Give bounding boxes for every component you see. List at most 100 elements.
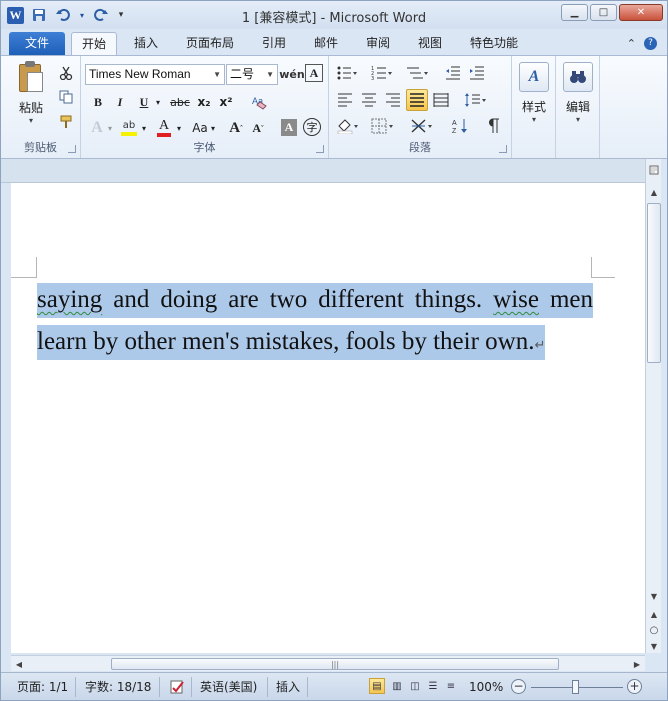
tab-page-layout[interactable]: 页面布局 <box>176 32 244 55</box>
numbering-icon[interactable]: 123 <box>369 64 395 82</box>
scroll-right-icon[interactable]: ▶ <box>630 657 644 671</box>
distributed-icon[interactable] <box>431 90 451 110</box>
copy-icon[interactable] <box>57 88 75 106</box>
scroll-left-icon[interactable]: ◀ <box>12 657 26 671</box>
underline-dropdown-icon[interactable]: ▾ <box>153 92 163 112</box>
format-painter-icon[interactable] <box>57 113 75 131</box>
font-family-combo[interactable]: Times New Roman ▼ <box>85 64 225 85</box>
show-formatting-marks-icon[interactable] <box>485 116 503 136</box>
character-shading-icon[interactable]: A <box>281 119 297 136</box>
borders-icon[interactable] <box>369 116 397 136</box>
tab-review[interactable]: 审阅 <box>356 32 400 55</box>
align-left-icon[interactable] <box>335 90 355 110</box>
multilevel-list-icon[interactable] <box>403 64 431 82</box>
strikethrough-button[interactable]: abc <box>169 92 191 112</box>
language-indicator[interactable]: 英语(美国) <box>200 679 257 695</box>
zoom-in-icon[interactable]: + <box>627 679 642 694</box>
document-paragraph[interactable]: saying and doing are two different thing… <box>37 279 594 366</box>
horizontal-scrollbar[interactable]: ◀ ||| ▶ <box>11 655 645 671</box>
editing-button[interactable]: 编辑 ▾ <box>560 62 596 124</box>
phonetic-guide-icon[interactable]: wén <box>279 64 304 84</box>
shrink-font-button[interactable]: Aˇ <box>249 118 267 138</box>
vertical-scrollbar[interactable]: ▲ ▼ ▲ ○ ▼ <box>645 159 661 653</box>
clipboard-launcher-icon[interactable] <box>68 145 76 153</box>
styles-button[interactable]: A 样式 ▾ <box>516 62 552 124</box>
maximize-button[interactable]: □ <box>590 4 617 21</box>
minimize-ribbon-icon[interactable]: ⌃ <box>627 37 636 50</box>
minimize-button[interactable]: ▁ <box>561 4 588 21</box>
enclose-characters-icon[interactable]: 字 <box>303 118 321 136</box>
web-layout-view-icon[interactable]: ◫ <box>407 678 423 694</box>
text-effects-dropdown-icon[interactable]: ▾ <box>105 118 115 138</box>
cut-icon[interactable] <box>57 64 75 82</box>
tab-insert[interactable]: 插入 <box>124 32 168 55</box>
grow-font-button[interactable]: Aˆ <box>227 118 245 138</box>
full-screen-reading-view-icon[interactable]: ▥ <box>389 678 405 694</box>
sort-icon[interactable]: AZ <box>451 116 471 136</box>
tab-home[interactable]: 开始 <box>71 32 118 55</box>
highlight-icon[interactable]: ab <box>119 118 139 138</box>
change-case-dropdown-icon[interactable]: ▾ <box>209 118 217 138</box>
font-family-dropdown-icon[interactable]: ▼ <box>213 65 221 84</box>
tab-references[interactable]: 引用 <box>252 32 296 55</box>
horizontal-scroll-thumb[interactable]: ||| <box>111 658 559 670</box>
proofing-icon[interactable] <box>169 679 185 695</box>
select-browse-object-icon[interactable]: ○ <box>647 623 661 637</box>
scroll-down-icon[interactable]: ▼ <box>647 589 661 603</box>
font-color-dropdown-icon[interactable]: ▾ <box>174 118 184 138</box>
next-page-icon[interactable]: ▼ <box>647 639 661 653</box>
spell-flag-word-2[interactable]: wise <box>493 286 539 313</box>
tab-mailings[interactable]: 邮件 <box>304 32 348 55</box>
vertical-scroll-thumb[interactable] <box>647 203 661 363</box>
shading-icon[interactable] <box>335 116 359 136</box>
ribbon-tabs: 文件 开始 插入 页面布局 引用 邮件 审阅 视图 特色功能 ⌃ ? <box>1 29 667 55</box>
insert-mode-indicator[interactable]: 插入 <box>276 679 300 695</box>
word-count[interactable]: 字数: 18/18 <box>85 679 151 695</box>
line-spacing-icon[interactable] <box>463 90 487 110</box>
highlight-dropdown-icon[interactable]: ▾ <box>139 118 149 138</box>
print-layout-view-icon[interactable]: ▤ <box>369 678 385 694</box>
page-count[interactable]: 页面: 1/1 <box>17 679 68 695</box>
paragraph-launcher-icon[interactable] <box>499 145 507 153</box>
align-center-icon[interactable] <box>359 90 379 110</box>
draft-view-icon[interactable]: ≡ <box>443 678 459 694</box>
help-icon[interactable]: ? <box>644 37 657 50</box>
tab-file[interactable]: 文件 <box>9 32 65 55</box>
styles-dropdown-icon[interactable]: ▾ <box>516 115 552 124</box>
font-size-combo[interactable]: 二号 ▼ <box>226 64 278 85</box>
decrease-indent-icon[interactable] <box>443 64 463 82</box>
tab-view[interactable]: 视图 <box>408 32 452 55</box>
justify-icon[interactable] <box>406 89 428 111</box>
clear-formatting-icon[interactable]: Aa <box>249 92 269 112</box>
underline-button[interactable]: U <box>135 92 153 112</box>
italic-button[interactable]: I <box>111 92 129 112</box>
text-effects-icon[interactable]: A <box>87 118 107 138</box>
increase-indent-icon[interactable] <box>467 64 487 82</box>
subscript-button[interactable]: x₂ <box>195 92 213 112</box>
previous-page-icon[interactable]: ▲ <box>647 607 661 621</box>
bullets-icon[interactable] <box>335 64 359 82</box>
zoom-out-icon[interactable]: − <box>511 679 526 694</box>
editing-dropdown-icon[interactable]: ▾ <box>560 115 596 124</box>
superscript-button[interactable]: x² <box>217 92 235 112</box>
zoom-slider-thumb[interactable] <box>572 680 579 694</box>
selected-text[interactable]: saying and doing are two different thing… <box>37 283 594 360</box>
paste-button[interactable]: 粘贴 ▾ <box>11 60 51 125</box>
spell-flag-word-1[interactable]: saying <box>37 286 102 313</box>
change-case-button[interactable]: Aa <box>189 118 211 138</box>
chinese-layout-icon[interactable] <box>409 116 437 136</box>
font-color-icon[interactable]: A <box>155 118 173 138</box>
tab-special-features[interactable]: 特色功能 <box>460 32 528 55</box>
scroll-up-icon[interactable]: ▲ <box>647 185 661 199</box>
document-page[interactable]: saying and doing are two different thing… <box>11 183 645 653</box>
font-launcher-icon[interactable] <box>316 145 324 153</box>
ruler-toggle-icon[interactable] <box>647 163 661 177</box>
zoom-level[interactable]: 100% <box>469 679 503 695</box>
bold-button[interactable]: B <box>89 92 107 112</box>
paste-dropdown-icon[interactable]: ▾ <box>11 116 51 125</box>
align-right-icon[interactable] <box>383 90 403 110</box>
font-size-dropdown-icon[interactable]: ▼ <box>266 65 274 84</box>
character-border-icon[interactable]: A <box>305 64 323 82</box>
close-button[interactable]: ✕ <box>619 4 663 21</box>
outline-view-icon[interactable]: ☰ <box>425 678 441 694</box>
